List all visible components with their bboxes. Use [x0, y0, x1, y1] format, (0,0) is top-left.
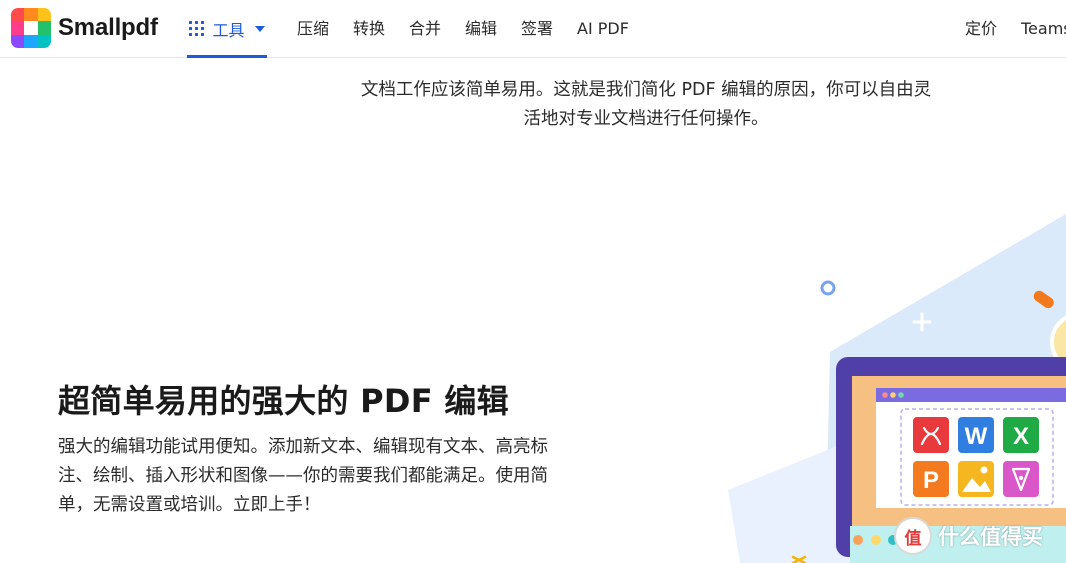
feature-description-line: 强大的编辑功能试用便知。添加新文本、编辑现有文本、高亮标	[58, 437, 548, 457]
powerpoint-icon: P	[913, 461, 949, 497]
watermark-badge-icon: 值	[894, 517, 932, 555]
hero-intro-line: 文档工作应该简单易用。这就是我们简化 PDF 编辑的原因，你可以自由灵	[360, 80, 932, 100]
dot-icon	[871, 535, 881, 545]
chevron-down-icon	[254, 25, 265, 32]
tools-menu-button[interactable]: 工具	[187, 0, 267, 58]
brand-name: Smallpdf	[58, 14, 158, 41]
word-icon: W	[958, 417, 994, 453]
dot-icon	[853, 535, 863, 545]
nav-ai-pdf[interactable]: AI PDF	[577, 0, 629, 57]
svg-text:P: P	[923, 467, 939, 494]
feature-description-line: 注、绘制、插入形状和图像——你的需要我们都能满足。使用简	[58, 466, 548, 486]
feature-title: 超简单易用的强大的 PDF 编辑	[58, 382, 509, 420]
feature-description-line: 单，无需设置或培训。立即上手！	[58, 495, 321, 515]
nav-pricing[interactable]: 定价	[965, 0, 997, 57]
nav-compress[interactable]: 压缩	[297, 0, 329, 57]
window-dot-icon	[882, 392, 888, 398]
window-dot-icon	[898, 392, 904, 398]
apps-grid-icon	[189, 21, 205, 36]
svg-text:X: X	[1013, 423, 1029, 450]
watermark: 值 什么值得买	[894, 517, 1043, 555]
brand-logo[interactable]: Smallpdf	[11, 8, 158, 48]
tools-label: 工具	[212, 20, 245, 40]
nav-edit[interactable]: 编辑	[465, 0, 497, 57]
top-navigation: Smallpdf 工具 压缩 转换 合并 编辑 签署 AI PDF 定价 Tea…	[0, 0, 1066, 58]
pen-icon	[1003, 461, 1039, 497]
nav-convert[interactable]: 转换	[353, 0, 385, 57]
excel-icon: X	[1003, 417, 1039, 453]
window-titlebar	[876, 388, 1066, 402]
feature-description: 强大的编辑功能试用便知。添加新文本、编辑现有文本、高亮标 注、绘制、插入形状和图…	[58, 433, 570, 520]
nav-merge[interactable]: 合并	[409, 0, 441, 57]
acrobat-icon	[913, 417, 949, 453]
svg-text:W: W	[965, 423, 988, 450]
image-icon	[958, 461, 994, 497]
circle-decoration-icon	[820, 280, 836, 296]
hero-intro-text: 文档工作应该简单易用。这就是我们简化 PDF 编辑的原因，你可以自由灵 活地对专…	[340, 76, 952, 134]
window-dot-icon	[890, 392, 896, 398]
nav-teams[interactable]: Teams	[1021, 0, 1066, 57]
watermark-text: 什么值得买	[938, 525, 1043, 549]
smallpdf-logo-icon	[11, 8, 51, 48]
nav-sign[interactable]: 签署	[521, 0, 553, 57]
hero-intro-line: 活地对专业文档进行任何操作。	[523, 109, 769, 129]
pdf-editor-illustration: W X P	[700, 200, 1066, 563]
